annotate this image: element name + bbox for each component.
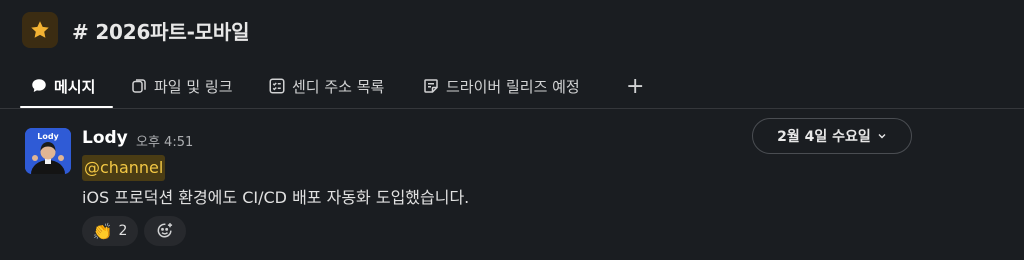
channel-title[interactable]: # 2026파트-모바일 [72,16,249,45]
star-icon[interactable] [22,12,58,48]
tab-label: 드라이버 릴리즈 예정 [446,77,580,96]
date-label: 2월 4일 수요일 [777,129,871,145]
header-divider [0,108,1024,109]
channel-header: # 2026파트-모바일 [0,0,1024,66]
checklist-icon [269,78,285,94]
avatar[interactable]: Lody [25,128,71,174]
message-timestamp[interactable]: 오후 4:51 [136,131,193,150]
add-emoji-icon [157,223,173,238]
tab-driver-release[interactable]: 드라이버 릴리즈 예정 [422,66,580,106]
channel-tabs: 메시지 파일 및 링크 센디 주소 목록 드라이버 릴리즈 예정 + [0,66,1024,109]
files-icon [132,79,146,93]
tab-messages[interactable]: 메시지 [30,66,95,106]
tab-files-links[interactable]: 파일 및 링크 [130,66,233,106]
tab-label: 센디 주소 목록 [292,77,385,96]
add-reaction-button[interactable] [144,216,186,246]
message-text: iOS 프로덕션 환경에도 CI/CD 배포 자동화 도입했습니다. [82,188,470,207]
avatar-text: Lody [37,132,59,141]
chevron-down-icon [878,134,886,139]
canvas-icon [424,79,438,93]
tab-address-list[interactable]: 센디 주소 목록 [268,66,384,106]
date-divider-button[interactable]: 2월 4일 수요일 [752,118,912,154]
clap-emoji-icon: 👏 [92,221,113,241]
tab-label: 파일 및 링크 [154,77,233,96]
tab-label: 메시지 [54,77,96,96]
message-bubble-icon [32,79,46,92]
reaction-clap[interactable]: 👏 2 [82,216,138,246]
message-author[interactable]: Lody [82,128,128,148]
reaction-count: 2 [118,223,128,239]
add-tab-button[interactable]: + [626,66,644,106]
channel-mention[interactable]: @channel [82,155,166,181]
